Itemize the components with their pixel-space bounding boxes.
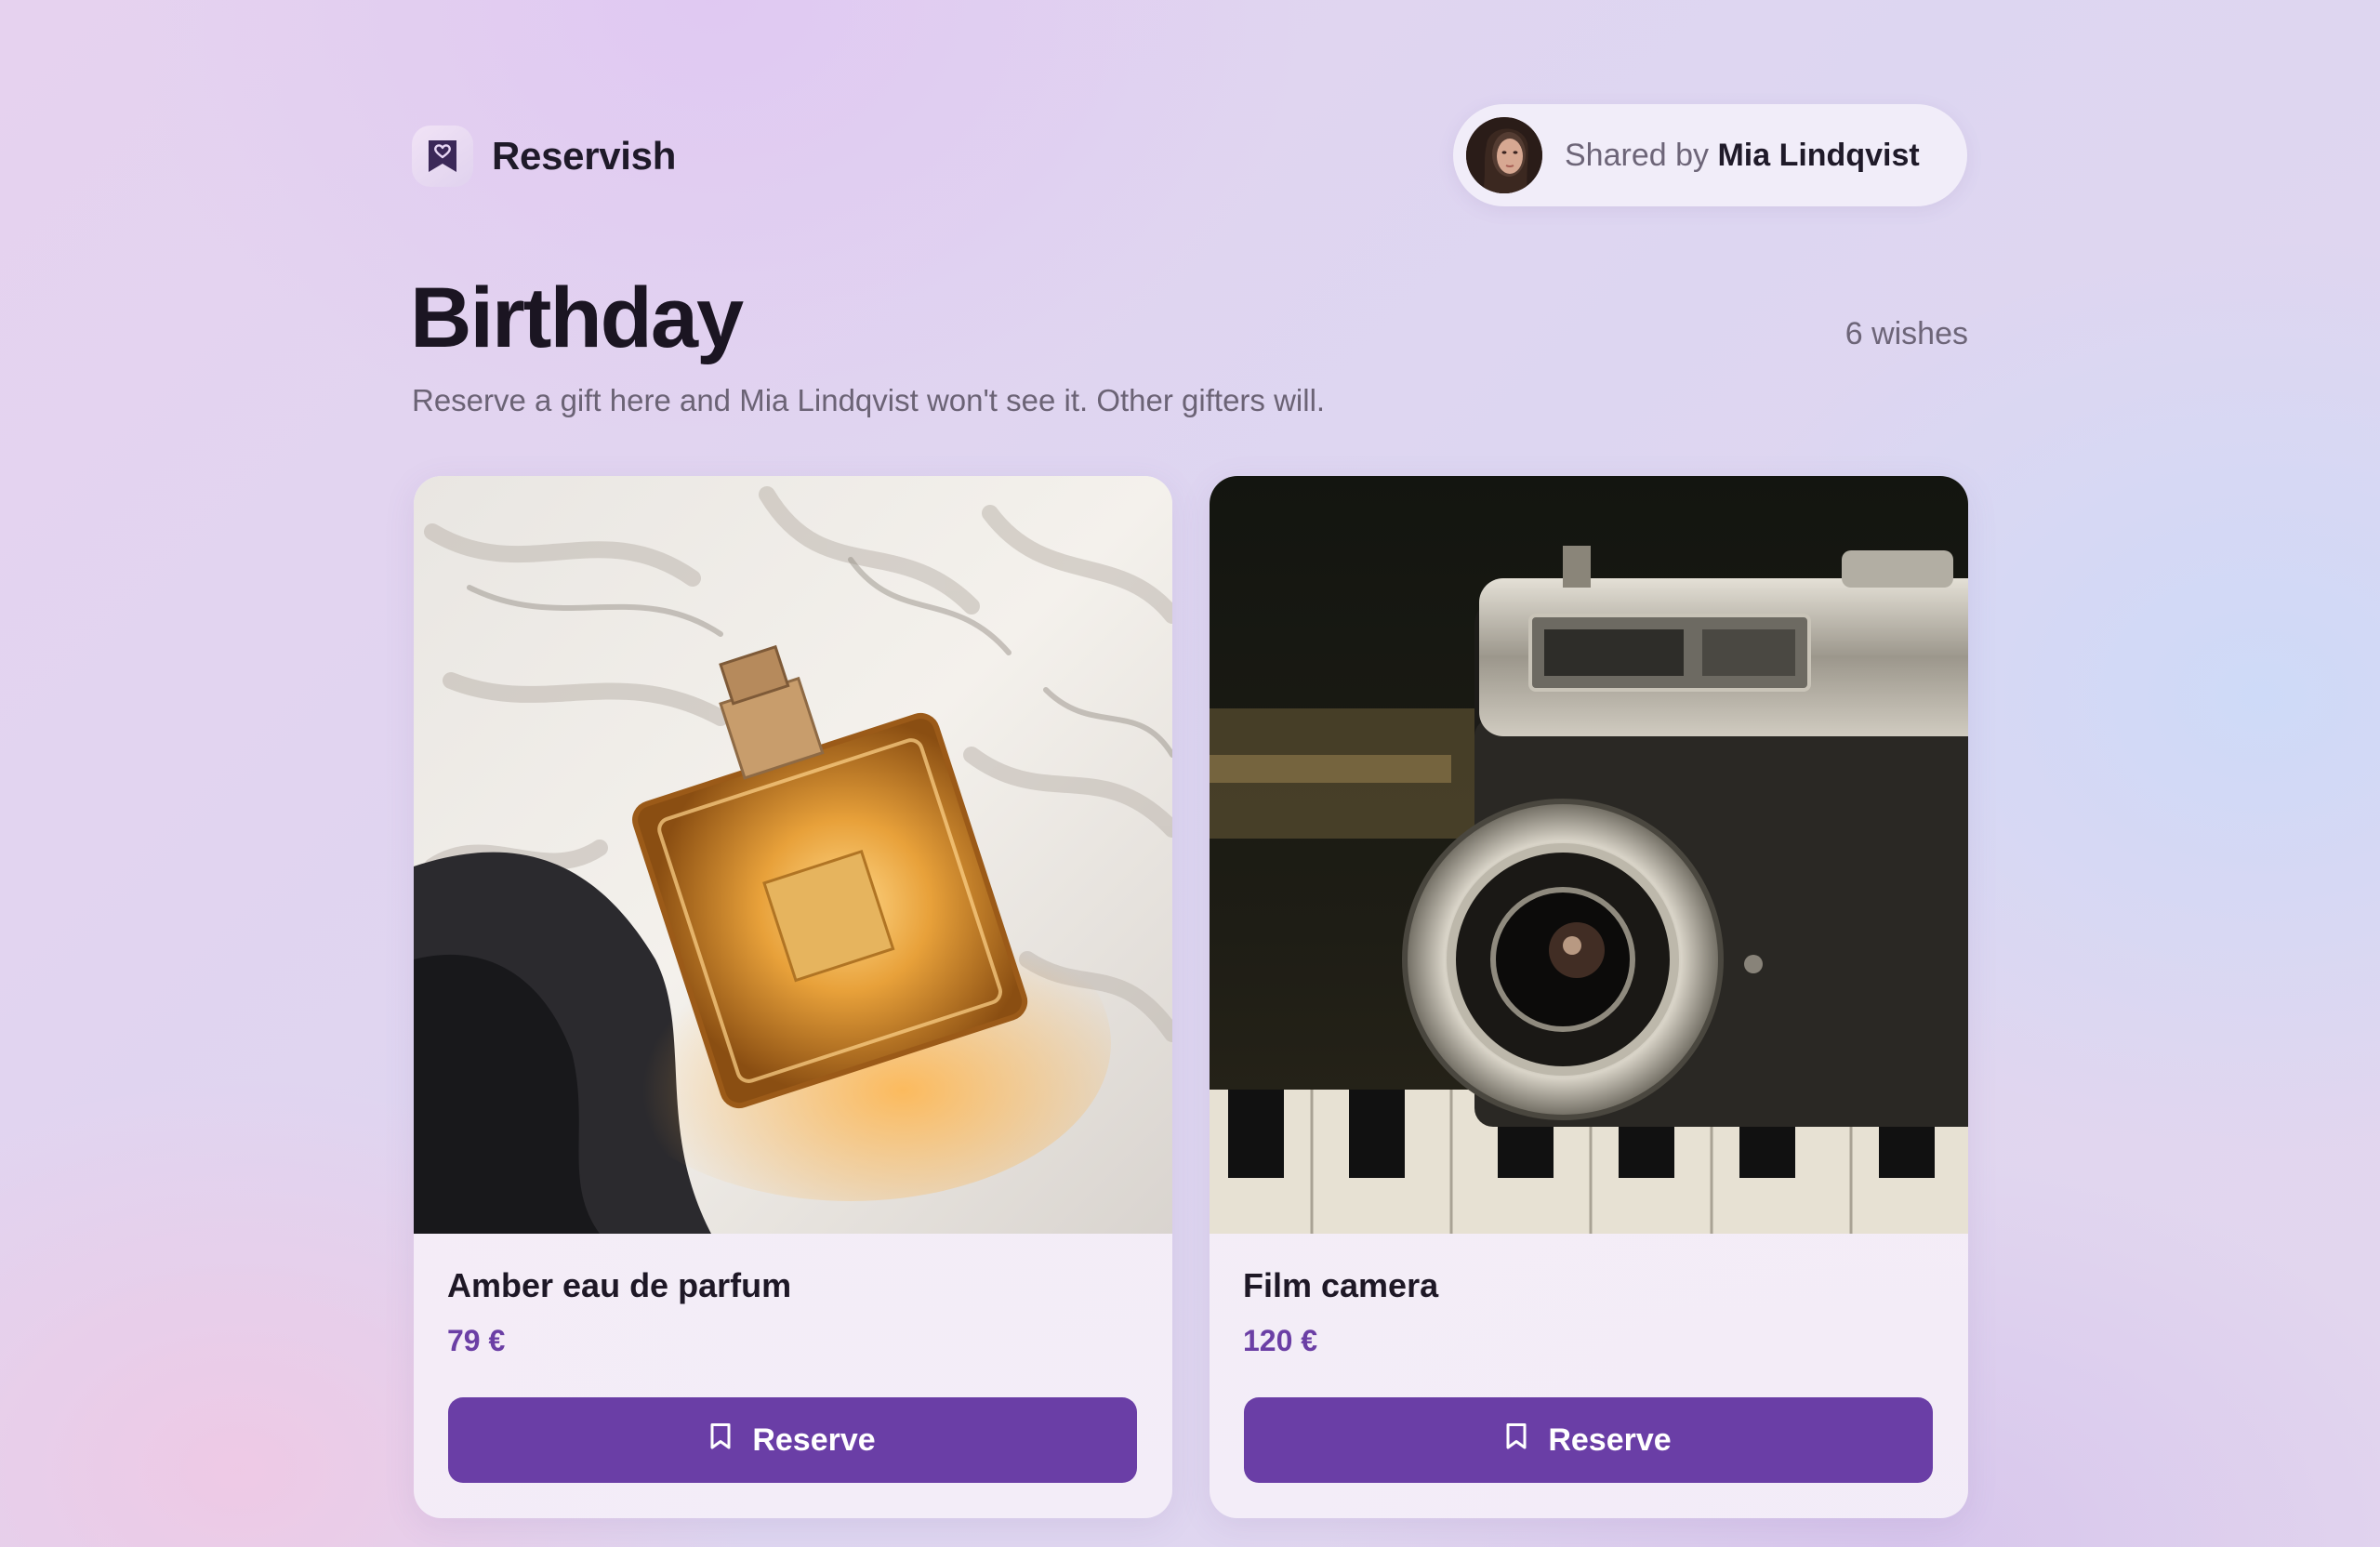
brand-name: Reservish: [492, 134, 677, 178]
wish-title: Amber eau de parfum: [447, 1266, 792, 1304]
bookmark-icon: [1505, 1422, 1527, 1459]
perfume-bottle-photo: [414, 476, 1172, 1234]
reserve-button[interactable]: Reserve: [1244, 1397, 1933, 1483]
page-subtitle: Reserve a gift here and Mia Lindqvist wo…: [412, 383, 1326, 417]
wish-title: Film camera: [1243, 1266, 1439, 1304]
wish-price: 120 €: [1243, 1324, 1318, 1357]
reserve-label: Reserve: [1548, 1421, 1672, 1458]
reserve-label: Reserve: [752, 1421, 876, 1458]
film-camera-photo: [1210, 476, 1968, 1234]
wish-count: 6 wishes: [1844, 316, 1968, 351]
reserve-button[interactable]: Reserve: [448, 1397, 1137, 1483]
heart-bookmark-icon: [412, 126, 473, 187]
wish-price: 79 €: [447, 1324, 506, 1357]
avatar: [1466, 117, 1542, 193]
brand[interactable]: Reservish: [412, 126, 676, 187]
wish-card: Film camera 120 € Reserve: [1210, 476, 1968, 1518]
bookmark-icon: [709, 1422, 732, 1459]
page-title: Birthday: [410, 271, 744, 365]
shared-by-prefix: Shared by: [1565, 137, 1709, 173]
shared-by-pill[interactable]: Shared by Mia Lindqvist: [1453, 104, 1967, 206]
wish-card: Amber eau de parfum 79 € Reserve: [414, 476, 1172, 1518]
shared-by-text: Shared by Mia Lindqvist: [1565, 138, 1920, 174]
owner-name: Mia Lindqvist: [1717, 137, 1920, 173]
